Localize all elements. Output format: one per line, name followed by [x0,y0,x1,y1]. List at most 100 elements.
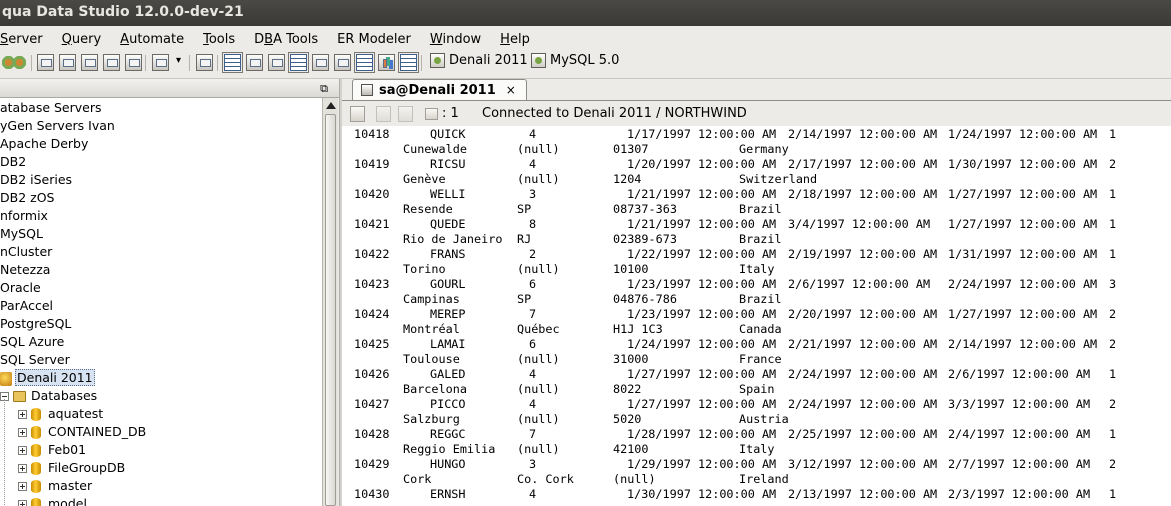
menu-help[interactable]: Help [500,32,530,47]
expand-icon[interactable] [18,500,27,506]
result-city: Salzburg [403,412,460,426]
tree-item-label: Apache Derby [0,136,89,151]
maximize-icon[interactable]: ⧉ [320,82,328,96]
paste-icon[interactable] [398,106,413,122]
result-ship-via: 2 [1109,157,1117,171]
database-icon [31,480,41,493]
pivot-icon[interactable] [268,54,285,71]
tree-item-server[interactable]: MySQL [0,225,43,243]
result-order-date: 1/28/1997 12:00:00 AM [627,427,777,441]
result-ship-via: 3 [1109,277,1117,291]
menu-dba-tools[interactable]: DBA Tools [254,32,318,47]
chart-view-icon[interactable] [378,54,395,71]
result-city: Cork [403,472,432,486]
text-results-icon[interactable] [222,52,243,73]
connection-mysql[interactable]: MySQL 5.0 [531,53,619,68]
dropdown-arrow-icon[interactable]: ▾ [176,55,181,66]
settings-icon[interactable] [350,106,365,122]
window-view-icon[interactable] [398,52,419,73]
expand-icon[interactable] [18,410,27,419]
tab-sa-denali[interactable]: sa@Denali 2011 × [352,79,527,100]
query-window-icon[interactable] [37,54,54,71]
menu-er-modeler[interactable]: ER Modeler [337,32,411,47]
tree-item-server[interactable]: DB2 zOS [0,189,54,207]
register-server-icon[interactable] [11,54,28,71]
tree-item-server[interactable]: yGen Servers Ivan [0,117,115,135]
tree-item-server[interactable]: atabase Servers [0,99,102,117]
tree-item-server[interactable]: nformix [0,207,48,225]
database-icon [31,498,41,506]
tree-item-server[interactable]: DB2 [0,153,26,171]
expand-icon[interactable] [18,464,27,473]
grid-view-icon[interactable] [288,52,309,73]
tree-item-server[interactable]: DB2 iSeries [0,171,72,189]
result-required-date: 3/4/1997 12:00:00 AM [788,217,931,231]
tree-item-server[interactable]: PostgreSQL [0,315,71,333]
result-customer: QUICK [430,127,466,141]
tree-item-server[interactable]: Netezza [0,261,50,279]
tree-view-icon[interactable] [312,54,329,71]
database-icon [31,426,41,439]
menu-tools[interactable]: Tools [203,32,235,47]
results-text[interactable]: 10418 QUICK 4 1/17/1997 12:00:00 AM 2/14/199… [342,126,1171,506]
result-country: Canada [739,322,782,336]
result-region: (null) [517,172,560,186]
tree-item-database[interactable]: model [18,495,87,506]
tree-item-databases-folder[interactable]: Databases [0,387,97,405]
tree-scrollbar[interactable] [322,98,338,506]
tree-item-database[interactable]: CONTAINED_DB [18,423,146,441]
result-order-date: 1/23/1997 12:00:00 AM [627,277,777,291]
tree-item-database[interactable]: FileGroupDB [18,459,125,477]
expand-icon[interactable] [18,446,27,455]
result-employee: 4 [529,367,537,381]
tree-item-label: yGen Servers Ivan [0,118,115,133]
result-employee: 2 [529,247,537,261]
connection-denali[interactable]: Denali 2011 [430,53,528,68]
tree-item-database[interactable]: master [18,477,92,495]
tree-item-server[interactable]: ParAccel [0,297,53,315]
menu-label: Server [0,31,43,47]
tree-item-database[interactable]: Feb01 [18,441,86,459]
scroll-up-icon[interactable] [326,102,336,109]
result-country: Brazil [739,292,782,306]
scroll-thumb[interactable] [325,114,336,506]
explain-icon[interactable] [334,54,351,71]
menu-server[interactable]: Server [0,32,43,47]
menu-query[interactable]: Query [62,32,102,47]
tree-item-selected-server[interactable]: Denali 2011 [0,369,95,387]
tree-guide-line [4,399,5,506]
new-window-icon[interactable] [125,54,142,71]
open-file-icon[interactable] [59,54,76,71]
tree-item-server[interactable]: nCluster [0,243,52,261]
result-postal: (null) [613,472,656,486]
result-order-date: 1/23/1997 12:00:00 AM [627,307,777,321]
connection-label: Denali 2011 [449,53,528,68]
menu-automate[interactable]: Automate [120,32,184,47]
tree-item-database[interactable]: aquatest [18,405,103,423]
result-postal: 42100 [613,442,649,456]
save-file-icon[interactable] [81,54,98,71]
tree-item-label: Databases [31,388,98,403]
menu-window[interactable]: Window [430,32,481,47]
history-icon[interactable] [152,54,169,71]
tree-item-label: DB2 zOS [0,190,55,205]
close-tab-icon[interactable]: × [506,83,516,97]
expand-icon[interactable] [18,482,27,491]
tree-item-server[interactable]: Oracle [0,279,41,297]
tree-item-label: model [48,496,87,506]
print-icon[interactable] [103,54,120,71]
tree-item-server[interactable]: SQL Server [0,351,70,369]
result-ship-via: 2 [1109,337,1117,351]
monitor-icon[interactable] [196,54,213,71]
tree-item-server[interactable]: Apache Derby [0,135,88,153]
tree-item-server[interactable]: SQL Azure [0,333,64,351]
connection-label: MySQL 5.0 [550,53,620,68]
expand-icon[interactable] [18,428,27,437]
tree-item-label: Netezza [0,262,51,277]
split-view-icon[interactable] [246,54,263,71]
form-view-icon[interactable] [354,52,375,73]
result-order-id: 10426 [354,367,390,381]
result-required-date: 2/17/1997 12:00:00 AM [788,157,938,171]
tree-item-label: CONTAINED_DB [48,424,147,439]
copy-icon[interactable] [376,106,391,122]
